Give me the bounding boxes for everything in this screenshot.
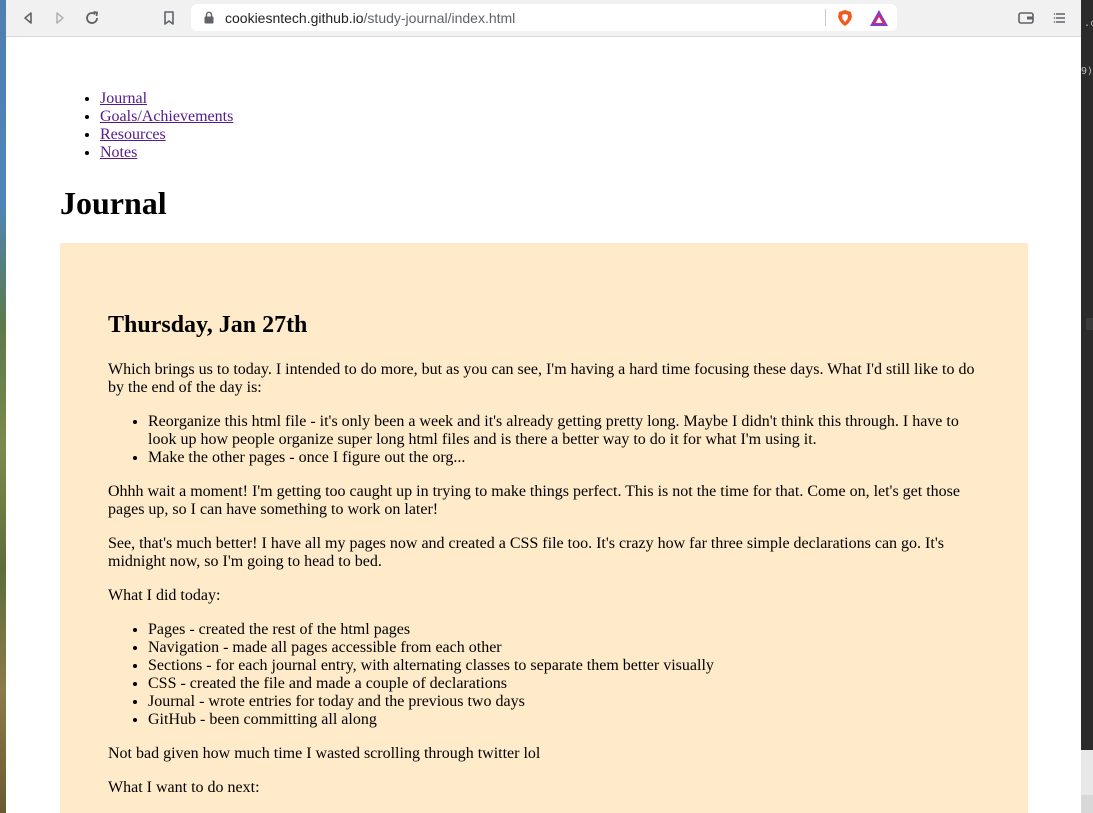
- done-list: Pages - created the rest of the html pag…: [108, 621, 988, 729]
- desktop-background-right: .c 9): [1081, 0, 1093, 813]
- lock-icon: [204, 11, 214, 24]
- entry-paragraph: See, that's much better! I have all my p…: [108, 535, 944, 570]
- menu-icon: [1053, 13, 1065, 23]
- nav-link-journal[interactable]: Journal: [100, 90, 147, 107]
- list-item: Make the other pages - once I figure out…: [148, 449, 988, 467]
- list-item: Pages - created the rest of the html pag…: [148, 621, 988, 639]
- nav-link-notes[interactable]: Notes: [100, 144, 137, 161]
- brave-shield-icon[interactable]: [836, 9, 854, 27]
- url-path: /study-journal/index.html: [363, 10, 516, 26]
- brave-rewards-icon[interactable]: [869, 9, 889, 27]
- page-title: Journal: [60, 185, 167, 221]
- address-bar[interactable]: cookiesntech.github.io/study-journal/ind…: [191, 4, 897, 31]
- entry-paragraph: Not bad given how much time I wasted scr…: [108, 745, 541, 762]
- desktop-text-fragment: .c: [1084, 18, 1093, 29]
- wallet-icon: [1018, 12, 1034, 24]
- entry-paragraph: Which brings us to today. I intended to …: [108, 361, 975, 396]
- forward-icon: [56, 12, 64, 24]
- journal-entry-section: Thursday, Jan 27th Which brings us to to…: [60, 243, 1028, 813]
- nav-item-goals: Goals/Achievements: [100, 108, 233, 126]
- back-button[interactable]: [16, 6, 40, 30]
- bookmark-icon: [164, 11, 174, 25]
- desktop-text-fragment: 9): [1081, 66, 1093, 77]
- entry-paragraph: What I did today:: [108, 587, 221, 604]
- nav-link-resources[interactable]: Resources: [100, 126, 166, 143]
- list-item: GitHub - been committing all along: [148, 711, 988, 729]
- url-host: cookiesntech.github.io: [225, 10, 364, 26]
- back-icon: [24, 12, 32, 24]
- list-item: Reorganize this html file - it's only be…: [148, 413, 988, 449]
- page-viewport: Journal Goals/Achievements Resources Not…: [6, 37, 1081, 813]
- entry-paragraph: Ohhh wait a moment! I'm getting too caug…: [108, 483, 960, 518]
- reload-button[interactable]: [80, 6, 104, 30]
- list-item: CSS - created the file and made a couple…: [148, 675, 988, 693]
- forward-button[interactable]: [48, 6, 72, 30]
- todo-list: Reorganize this html file - it's only be…: [108, 413, 988, 467]
- reload-icon: [86, 11, 99, 24]
- desktop-window-fragment: [1086, 318, 1093, 330]
- entry-paragraph: What I want to do next:: [108, 779, 260, 796]
- menu-button[interactable]: [1048, 6, 1072, 30]
- nav-link-goals-achievements[interactable]: Goals/Achievements: [100, 108, 233, 125]
- nav-item-resources: Resources: [100, 126, 233, 144]
- desktop-window-fragment: [1081, 795, 1093, 813]
- wallet-button[interactable]: [1014, 6, 1038, 30]
- entry-heading: Thursday, Jan 27th: [108, 312, 308, 338]
- url-text: cookiesntech.github.io/study-journal/ind…: [225, 10, 515, 26]
- nav-item-journal: Journal: [100, 90, 233, 108]
- list-item: Sections - for each journal entry, with …: [148, 657, 988, 675]
- list-item: Journal - wrote entries for today and th…: [148, 693, 988, 711]
- address-bar-divider: [825, 9, 826, 26]
- list-item: Navigation - made all pages accessible f…: [148, 639, 988, 657]
- browser-toolbar: cookiesntech.github.io/study-journal/ind…: [6, 0, 1081, 37]
- bookmark-button[interactable]: [157, 6, 181, 30]
- site-navigation: Journal Goals/Achievements Resources Not…: [60, 90, 233, 162]
- nav-item-notes: Notes: [100, 144, 233, 162]
